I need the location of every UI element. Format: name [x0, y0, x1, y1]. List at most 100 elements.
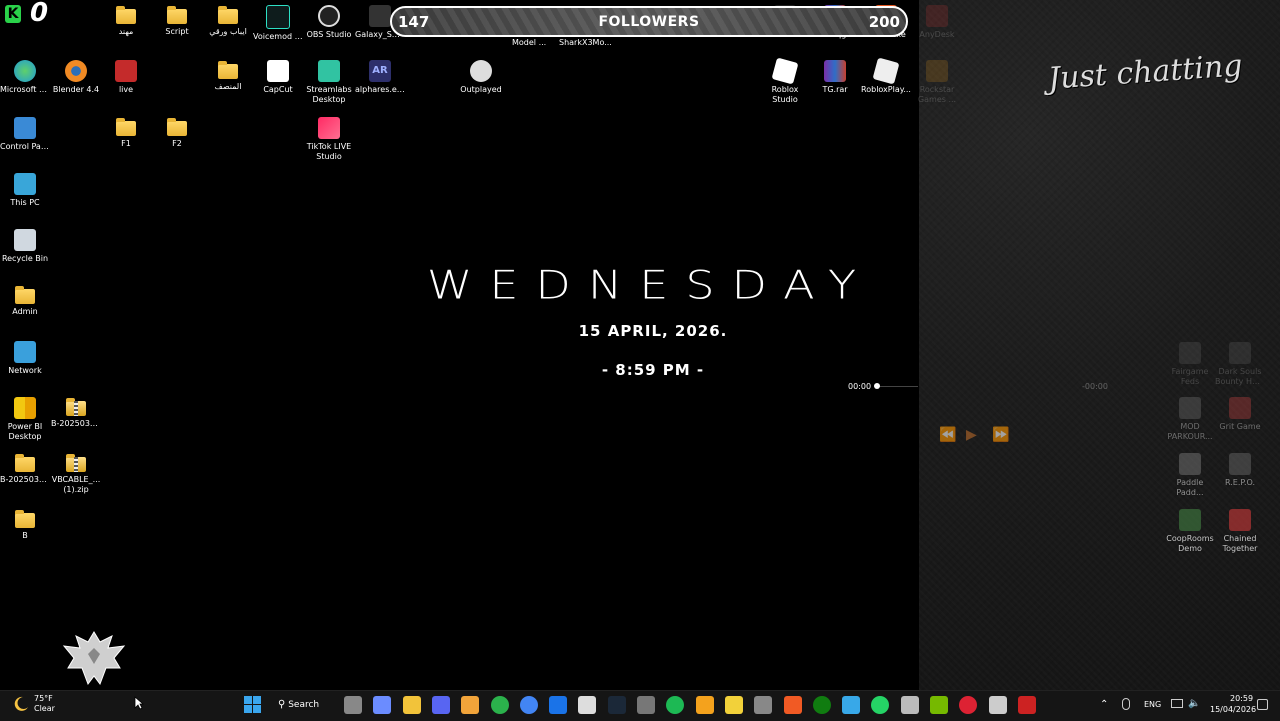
- desktop-icon-rockstar[interactable]: Rockstar Games ...: [912, 60, 962, 105]
- desktop-icon-power-bi[interactable]: Power BI Desktop: [0, 397, 50, 442]
- media-next-icon[interactable]: ⏩: [992, 427, 1009, 443]
- desktop-icon-faded-6[interactable]: R.E.P.O.: [1215, 453, 1265, 488]
- voicemod-icon: [266, 5, 290, 29]
- xbox-icon[interactable]: [812, 696, 831, 714]
- partial-icon-label-model[interactable]: Model ...: [512, 38, 546, 47]
- github-icon[interactable]: [900, 696, 919, 714]
- unity-icon[interactable]: [578, 696, 597, 714]
- desktop-icon-voicemod[interactable]: Voicemod V3: [253, 5, 303, 42]
- desktop-icon-chained-together[interactable]: Chained Together: [1215, 509, 1265, 554]
- folder-icon: [167, 118, 187, 136]
- desktop-icon-roblox-studio[interactable]: Roblox Studio: [760, 57, 810, 105]
- file-explorer-icon[interactable]: [402, 696, 421, 714]
- volume-icon[interactable]: 🔈: [1188, 698, 1200, 709]
- settings-icon[interactable]: [988, 696, 1007, 714]
- weather-moon-icon: [12, 695, 30, 713]
- taskbar-search-button[interactable]: ⚲ Search: [278, 695, 328, 715]
- winrar-icon[interactable]: [1017, 696, 1036, 714]
- desktop-icon-blender[interactable]: Blender 4.4: [51, 60, 101, 95]
- nvidia-icon[interactable]: [930, 696, 948, 714]
- this-pc-icon: [14, 173, 36, 195]
- media-previous-icon[interactable]: ⏪: [939, 427, 956, 443]
- notification-icon[interactable]: [1257, 699, 1268, 710]
- network-tray-icon[interactable]: [1171, 699, 1183, 708]
- desktop-icon-f2[interactable]: F2: [152, 117, 202, 149]
- desktop-icon-streamlabs[interactable]: Streamlabs Desktop: [304, 60, 354, 105]
- folder-icon: [15, 286, 35, 304]
- desktop-icon-faded-1[interactable]: Fairgame Feds: [1165, 342, 1215, 387]
- desktop-icon-script[interactable]: Script: [152, 5, 202, 37]
- desktop-icon-anydesk[interactable]: AnyDesk: [912, 5, 962, 40]
- paint-icon[interactable]: [842, 696, 861, 714]
- desktop-icon-obs[interactable]: OBS Studio: [304, 5, 354, 40]
- language-indicator[interactable]: ENG: [1144, 700, 1161, 709]
- search-label: Search: [288, 700, 320, 710]
- desktop-icon-faded-4[interactable]: Grit Game: [1215, 397, 1265, 432]
- desktop-icon-folder-arabic-2[interactable]: المنصف: [203, 60, 253, 92]
- media-seek-handle[interactable]: [874, 383, 880, 389]
- microphone-icon[interactable]: [1122, 698, 1130, 710]
- weather-temp[interactable]: 75°F: [34, 694, 53, 703]
- desktop-icon-network[interactable]: Network: [0, 341, 50, 376]
- partial-icon-label-sharkx3[interactable]: SharkX3Mo...: [559, 38, 612, 47]
- desktop-icon-this-pc[interactable]: This PC: [0, 173, 50, 208]
- desktop-icon-edge[interactable]: Microsoft Edge: [0, 60, 50, 95]
- rockstar-icon: [926, 60, 948, 82]
- steam-icon[interactable]: [607, 696, 626, 714]
- roblox-studio-icon: [771, 57, 799, 85]
- desktop-icon-vbcable[interactable]: VBCABLE_... (1).zip: [51, 453, 101, 495]
- desktop-icon-admin[interactable]: Admin: [0, 285, 50, 317]
- rockstar-icon[interactable]: [695, 696, 714, 714]
- folder-icon: [218, 6, 238, 24]
- desktop-icon-tiktok-live[interactable]: TikTok LIVE Studio: [304, 117, 354, 162]
- desktop-icon-folder-arabic-1[interactable]: ايباب ورقي: [203, 5, 253, 37]
- desktop-icon-roblox-player[interactable]: RobloxPlay...: [861, 57, 911, 95]
- start-button[interactable]: [244, 696, 261, 713]
- desktop-icon-f1[interactable]: F1: [101, 117, 151, 149]
- desktop-icon-control-panel[interactable]: Control Panel: [0, 117, 50, 152]
- icon-label: Blender 4.4: [52, 85, 100, 94]
- anydesk-icon: [926, 5, 948, 27]
- desktop-icon-b[interactable]: B: [0, 509, 50, 541]
- desktop-icon-b-folder-1[interactable]: B-2025031...: [0, 453, 50, 485]
- copilot-icon[interactable]: [373, 696, 392, 714]
- desktop-icon-live[interactable]: live: [101, 60, 151, 95]
- desktop-icon-capcut[interactable]: CapCut: [253, 60, 303, 95]
- chrome-dev-icon[interactable]: [490, 696, 509, 714]
- tray-date[interactable]: 15/04/2026: [1210, 705, 1256, 714]
- weather-condition[interactable]: Clear: [34, 704, 55, 713]
- icon-label-line2: Desktop: [312, 95, 346, 104]
- desktop-icon-faded-5[interactable]: Paddle Padd...: [1165, 453, 1215, 498]
- media-seek-track[interactable]: [878, 386, 918, 387]
- icon-label: Power BI Desktop: [7, 422, 43, 441]
- recycle-bin-icon: [14, 229, 36, 251]
- icon-label-line2: PARKOUR...: [1167, 432, 1213, 441]
- calculator-icon[interactable]: [637, 696, 655, 714]
- files-app-icon[interactable]: [461, 696, 480, 714]
- chrome-icon[interactable]: [519, 696, 538, 714]
- desktop-icon-faded-3[interactable]: MOD PARKOUR...: [1165, 397, 1215, 442]
- tray-overflow-chevron-icon[interactable]: ⌃: [1100, 699, 1108, 710]
- task-view-icon[interactable]: [344, 696, 362, 714]
- desktop-icon-faded-2[interactable]: Dark Souls Bounty Hunt: [1215, 342, 1265, 387]
- blender-icon: [65, 60, 87, 82]
- desktop-icon-b-zip[interactable]: B-20250312...: [51, 397, 101, 429]
- tray-time[interactable]: 20:59: [1230, 694, 1253, 703]
- desktop-icon-recycle-bin[interactable]: Recycle Bin: [0, 229, 50, 264]
- desktop-icon-outplayed[interactable]: Outplayed: [456, 60, 506, 95]
- date-label: 15 APRIL, 2026.: [578, 322, 728, 340]
- media-play-icon[interactable]: ▶: [966, 427, 977, 443]
- brave-icon[interactable]: [783, 696, 802, 714]
- icon-label-line2: Games ...: [917, 95, 957, 104]
- obs-icon[interactable]: [754, 696, 773, 714]
- outplayed-icon: [470, 60, 492, 82]
- discord-icon[interactable]: [431, 696, 450, 714]
- desktop-icon-folder-muhannad[interactable]: مهند: [101, 5, 151, 37]
- game-icon: [1229, 397, 1251, 419]
- ableton-icon[interactable]: [724, 696, 743, 714]
- desktop-icon-alphares[interactable]: AR alphares.exe: [355, 60, 405, 95]
- desktop-icon-tg-rar[interactable]: TG.rar: [810, 60, 860, 95]
- desktop-icon-cooprooms[interactable]: CoopRooms Demo: [1165, 509, 1215, 554]
- outlook-icon[interactable]: [549, 696, 568, 714]
- game-icon: [1229, 509, 1251, 531]
